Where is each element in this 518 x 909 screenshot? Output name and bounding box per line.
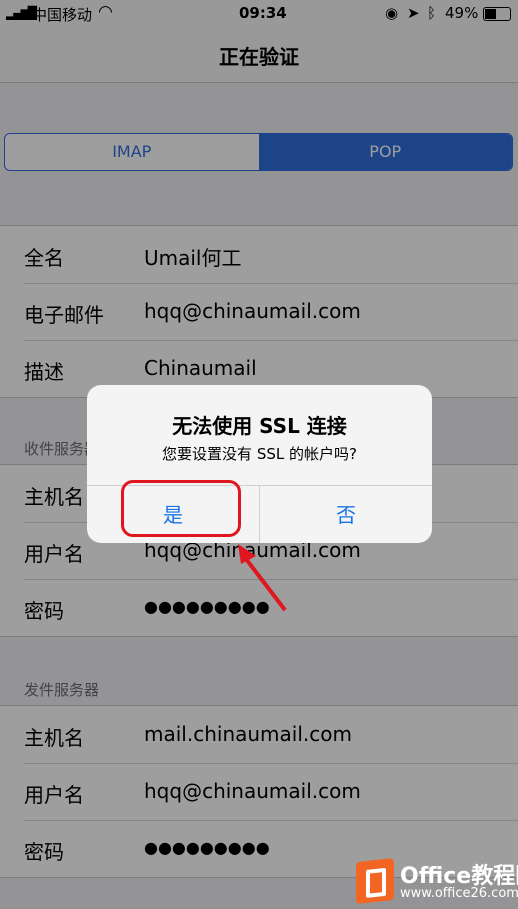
highlight-annotation-box xyxy=(121,480,241,537)
office-logo-icon xyxy=(356,858,394,904)
watermark: Office教程网 www.office26.com xyxy=(352,858,518,909)
no-button[interactable]: 否 xyxy=(259,486,432,543)
alert-message: 您要设置没有 SSL 的帐户吗? xyxy=(162,445,357,463)
watermark-url: www.office26.com xyxy=(400,886,518,901)
alert-title: 无法使用 SSL 连接 xyxy=(172,414,347,438)
annotation-arrow-icon xyxy=(238,544,287,612)
